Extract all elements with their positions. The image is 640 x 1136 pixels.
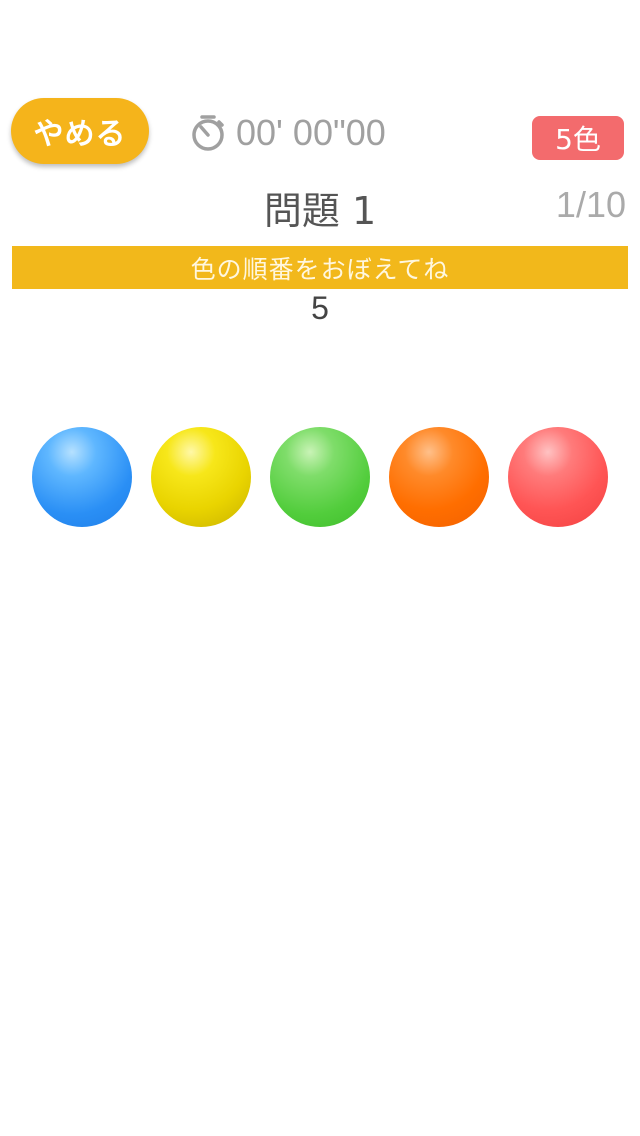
quit-button[interactable]: やめる bbox=[11, 98, 149, 164]
ball-orange bbox=[389, 427, 489, 527]
question-title: 問題 1 bbox=[263, 189, 377, 233]
ball-red bbox=[508, 427, 608, 527]
instruction-banner: 色の順番をおぼえてね bbox=[12, 246, 628, 289]
timer-text: 00' 00"00 bbox=[236, 112, 386, 153]
ball-yellow bbox=[151, 427, 251, 527]
timer: 00' 00"00 bbox=[188, 108, 386, 158]
countdown-number: 5 bbox=[311, 290, 329, 326]
ball-blue bbox=[32, 427, 132, 527]
ball-green bbox=[270, 427, 370, 527]
color-count-badge: 5色 bbox=[532, 116, 624, 160]
ball-sequence bbox=[0, 427, 640, 527]
stopwatch-icon bbox=[192, 115, 224, 151]
question-progress: 1/10 bbox=[555, 184, 626, 225]
